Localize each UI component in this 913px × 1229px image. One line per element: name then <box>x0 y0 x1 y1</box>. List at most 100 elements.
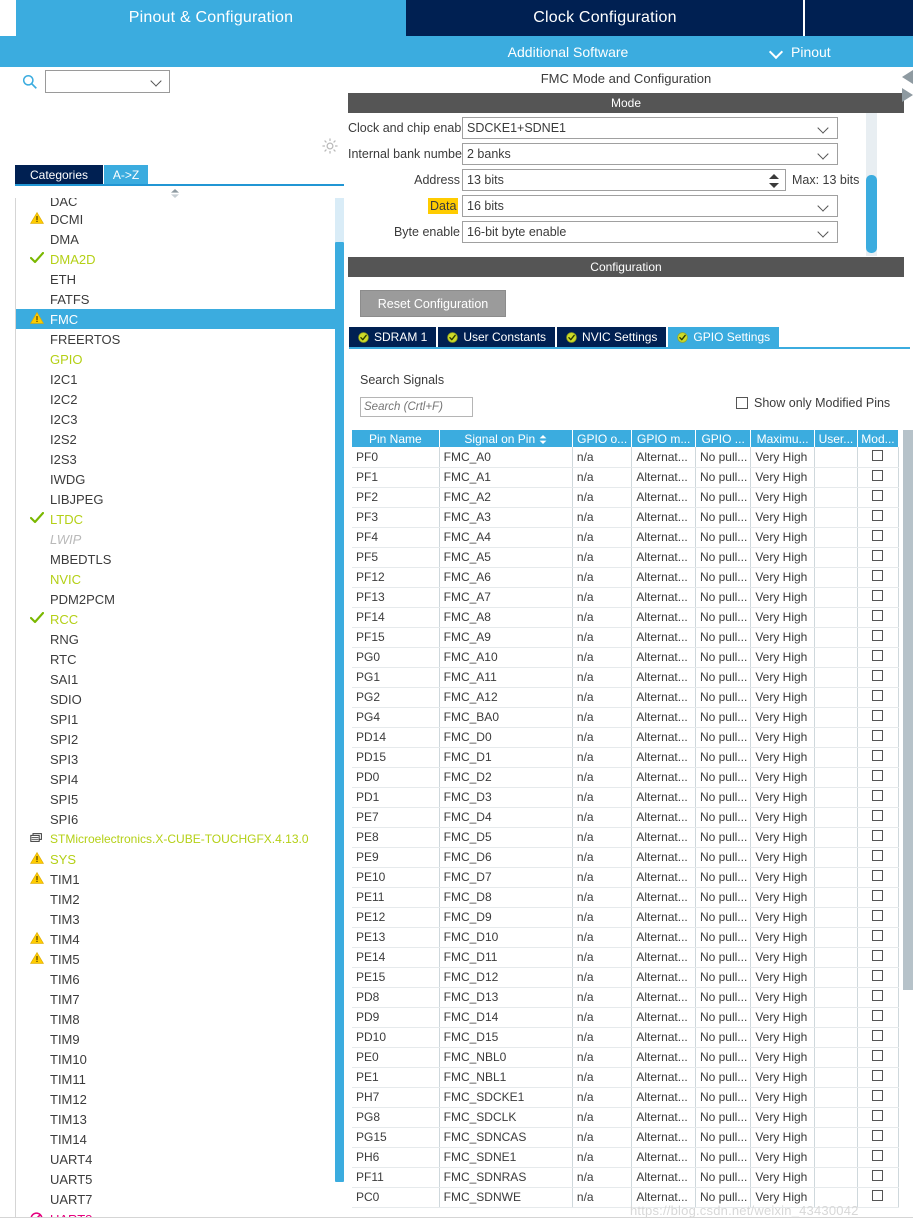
cell-gpio-output[interactable]: n/a <box>572 487 633 508</box>
cell-pin-name[interactable]: PF11 <box>352 1167 440 1188</box>
cell-signal-on-pin[interactable]: FMC_D9 <box>439 907 573 928</box>
cell-gpio-output[interactable]: n/a <box>572 747 633 768</box>
sidebar-item-sai1[interactable]: SAI1 <box>16 669 345 689</box>
cell-modified-checkbox[interactable] <box>857 627 900 648</box>
table-row[interactable]: PE9 FMC_D6 n/a Alternat... No pull... Very Hi… <box>352 847 900 868</box>
sidebar-item-spi5[interactable]: SPI5 <box>16 789 345 809</box>
cell-user-label[interactable] <box>814 527 858 548</box>
cell-modified-checkbox[interactable] <box>857 887 900 908</box>
table-row[interactable]: PE0 FMC_NBL0 n/a Alternat... No pull... Very … <box>352 1047 900 1068</box>
checkbox-icon[interactable] <box>872 1150 884 1161</box>
cell-user-label[interactable] <box>814 947 858 968</box>
sidebar-scrollbar-thumb[interactable] <box>335 242 344 1182</box>
table-row[interactable]: PE8 FMC_D5 n/a Alternat... No pull... Very Hi… <box>352 827 900 848</box>
cell-user-label[interactable] <box>814 447 858 468</box>
sidebar-item-nvic[interactable]: NVIC <box>16 569 345 589</box>
peripheral-list[interactable]: DAC DCMI DMA DMA2D ETH FATFS FMC FREERTOS GPIO I2… <box>15 198 345 1229</box>
cell-signal-on-pin[interactable]: FMC_SDNCAS <box>439 1127 573 1148</box>
cell-signal-on-pin[interactable]: FMC_D7 <box>439 867 573 888</box>
cell-user-label[interactable] <box>814 927 858 948</box>
cell-signal-on-pin[interactable]: FMC_A6 <box>439 567 573 588</box>
cell-signal-on-pin[interactable]: FMC_D3 <box>439 787 573 808</box>
cell-gpio-output[interactable]: n/a <box>572 807 633 828</box>
cell-gpio-output[interactable]: n/a <box>572 827 633 848</box>
sort-updown-icon[interactable] <box>539 434 547 444</box>
cell-signal-on-pin[interactable]: FMC_SDCLK <box>439 1107 573 1128</box>
table-scrollbar-thumb[interactable] <box>903 430 913 990</box>
sidebar-item-i2c3[interactable]: I2C3 <box>16 409 345 429</box>
cell-gpio-mode[interactable]: Alternat... <box>631 767 696 788</box>
cell-maximum-speed[interactable]: Very High <box>750 447 815 468</box>
cell-gpio-pull[interactable]: No pull... <box>695 1067 752 1088</box>
table-row[interactable]: PF13 FMC_A7 n/a Alternat... No pull... Very H… <box>352 587 900 608</box>
cell-gpio-mode[interactable]: Alternat... <box>631 687 696 708</box>
cell-pin-name[interactable]: PE10 <box>352 867 440 888</box>
cell-pin-name[interactable]: PE13 <box>352 927 440 948</box>
mode-field-combo[interactable]: 16 bits <box>462 194 838 217</box>
cell-user-label[interactable] <box>814 487 858 508</box>
cell-gpio-output[interactable]: n/a <box>572 847 633 868</box>
checkbox-icon[interactable] <box>872 730 884 741</box>
cell-gpio-pull[interactable]: No pull... <box>695 447 752 468</box>
table-row[interactable]: PH7 FMC_SDCKE1 n/a Alternat... No pull... Ver… <box>352 1087 900 1108</box>
cell-maximum-speed[interactable]: Very High <box>750 487 815 508</box>
cell-gpio-mode[interactable]: Alternat... <box>631 627 696 648</box>
cell-gpio-mode[interactable]: Alternat... <box>631 567 696 588</box>
table-column-header[interactable]: Pin Name <box>352 430 440 447</box>
sidebar-item-rcc[interactable]: RCC <box>16 609 345 629</box>
table-row[interactable]: PF1 FMC_A1 n/a Alternat... No pull... Very Hi… <box>352 467 900 488</box>
cell-pin-name[interactable]: PF1 <box>352 467 440 488</box>
table-row[interactable]: PC0 FMC_SDNWE n/a Alternat... No pull... Very… <box>352 1187 900 1208</box>
cell-gpio-mode[interactable]: Alternat... <box>631 1087 696 1108</box>
cell-maximum-speed[interactable]: Very High <box>750 927 815 948</box>
cell-gpio-mode[interactable]: Alternat... <box>631 807 696 828</box>
cell-gpio-output[interactable]: n/a <box>572 1147 633 1168</box>
cell-pin-name[interactable]: PG4 <box>352 707 440 728</box>
cell-user-label[interactable] <box>814 1027 858 1048</box>
cell-user-label[interactable] <box>814 887 858 908</box>
cell-gpio-mode[interactable]: Alternat... <box>631 787 696 808</box>
cell-gpio-output[interactable]: n/a <box>572 867 633 888</box>
cell-maximum-speed[interactable]: Very High <box>750 567 815 588</box>
cell-maximum-speed[interactable]: Very High <box>750 507 815 528</box>
sidebar-item-freertos[interactable]: FREERTOS <box>16 329 345 349</box>
sidebar-item-tim10[interactable]: TIM10 <box>16 1049 345 1069</box>
cell-pin-name[interactable]: PE9 <box>352 847 440 868</box>
sidebar-item-i2s3[interactable]: I2S3 <box>16 449 345 469</box>
cell-pin-name[interactable]: PE7 <box>352 807 440 828</box>
cell-modified-checkbox[interactable] <box>857 927 900 948</box>
cell-maximum-speed[interactable]: Very High <box>750 587 815 608</box>
cell-gpio-pull[interactable]: No pull... <box>695 1047 752 1068</box>
cell-gpio-output[interactable]: n/a <box>572 647 633 668</box>
cell-gpio-pull[interactable]: No pull... <box>695 967 752 988</box>
cell-user-label[interactable] <box>814 647 858 668</box>
table-column-header[interactable]: GPIO ... <box>695 430 752 447</box>
cell-maximum-speed[interactable]: Very High <box>750 1027 815 1048</box>
cell-signal-on-pin[interactable]: FMC_NBL1 <box>439 1067 573 1088</box>
cell-gpio-output[interactable]: n/a <box>572 1087 633 1108</box>
cell-user-label[interactable] <box>814 1007 858 1028</box>
panel-collapse-arrows-icon[interactable] <box>900 68 913 108</box>
cell-maximum-speed[interactable]: Very High <box>750 607 815 628</box>
table-row[interactable]: PG4 FMC_BA0 n/a Alternat... No pull... Very H… <box>352 707 900 728</box>
cell-gpio-output[interactable]: n/a <box>572 947 633 968</box>
cell-pin-name[interactable]: PG8 <box>352 1107 440 1128</box>
sidebar-item-uart4[interactable]: UART4 <box>16 1149 345 1169</box>
cell-maximum-speed[interactable]: Very High <box>750 707 815 728</box>
cell-user-label[interactable] <box>814 1047 858 1068</box>
checkbox-icon[interactable] <box>872 1110 884 1121</box>
cell-modified-checkbox[interactable] <box>857 707 900 728</box>
cell-maximum-speed[interactable]: Very High <box>750 787 815 808</box>
cell-maximum-speed[interactable]: Very High <box>750 687 815 708</box>
cell-maximum-speed[interactable]: Very High <box>750 967 815 988</box>
cell-gpio-pull[interactable]: No pull... <box>695 607 752 628</box>
cell-modified-checkbox[interactable] <box>857 1007 900 1028</box>
cell-pin-name[interactable]: PC0 <box>352 1187 440 1208</box>
cell-pin-name[interactable]: PE14 <box>352 947 440 968</box>
cell-gpio-mode[interactable]: Alternat... <box>631 587 696 608</box>
cell-maximum-speed[interactable]: Very High <box>750 467 815 488</box>
cell-gpio-mode[interactable]: Alternat... <box>631 547 696 568</box>
sidebar-item-eth[interactable]: ETH <box>16 269 345 289</box>
sidebar-item-rtc[interactable]: RTC <box>16 649 345 669</box>
cell-gpio-pull[interactable]: No pull... <box>695 487 752 508</box>
